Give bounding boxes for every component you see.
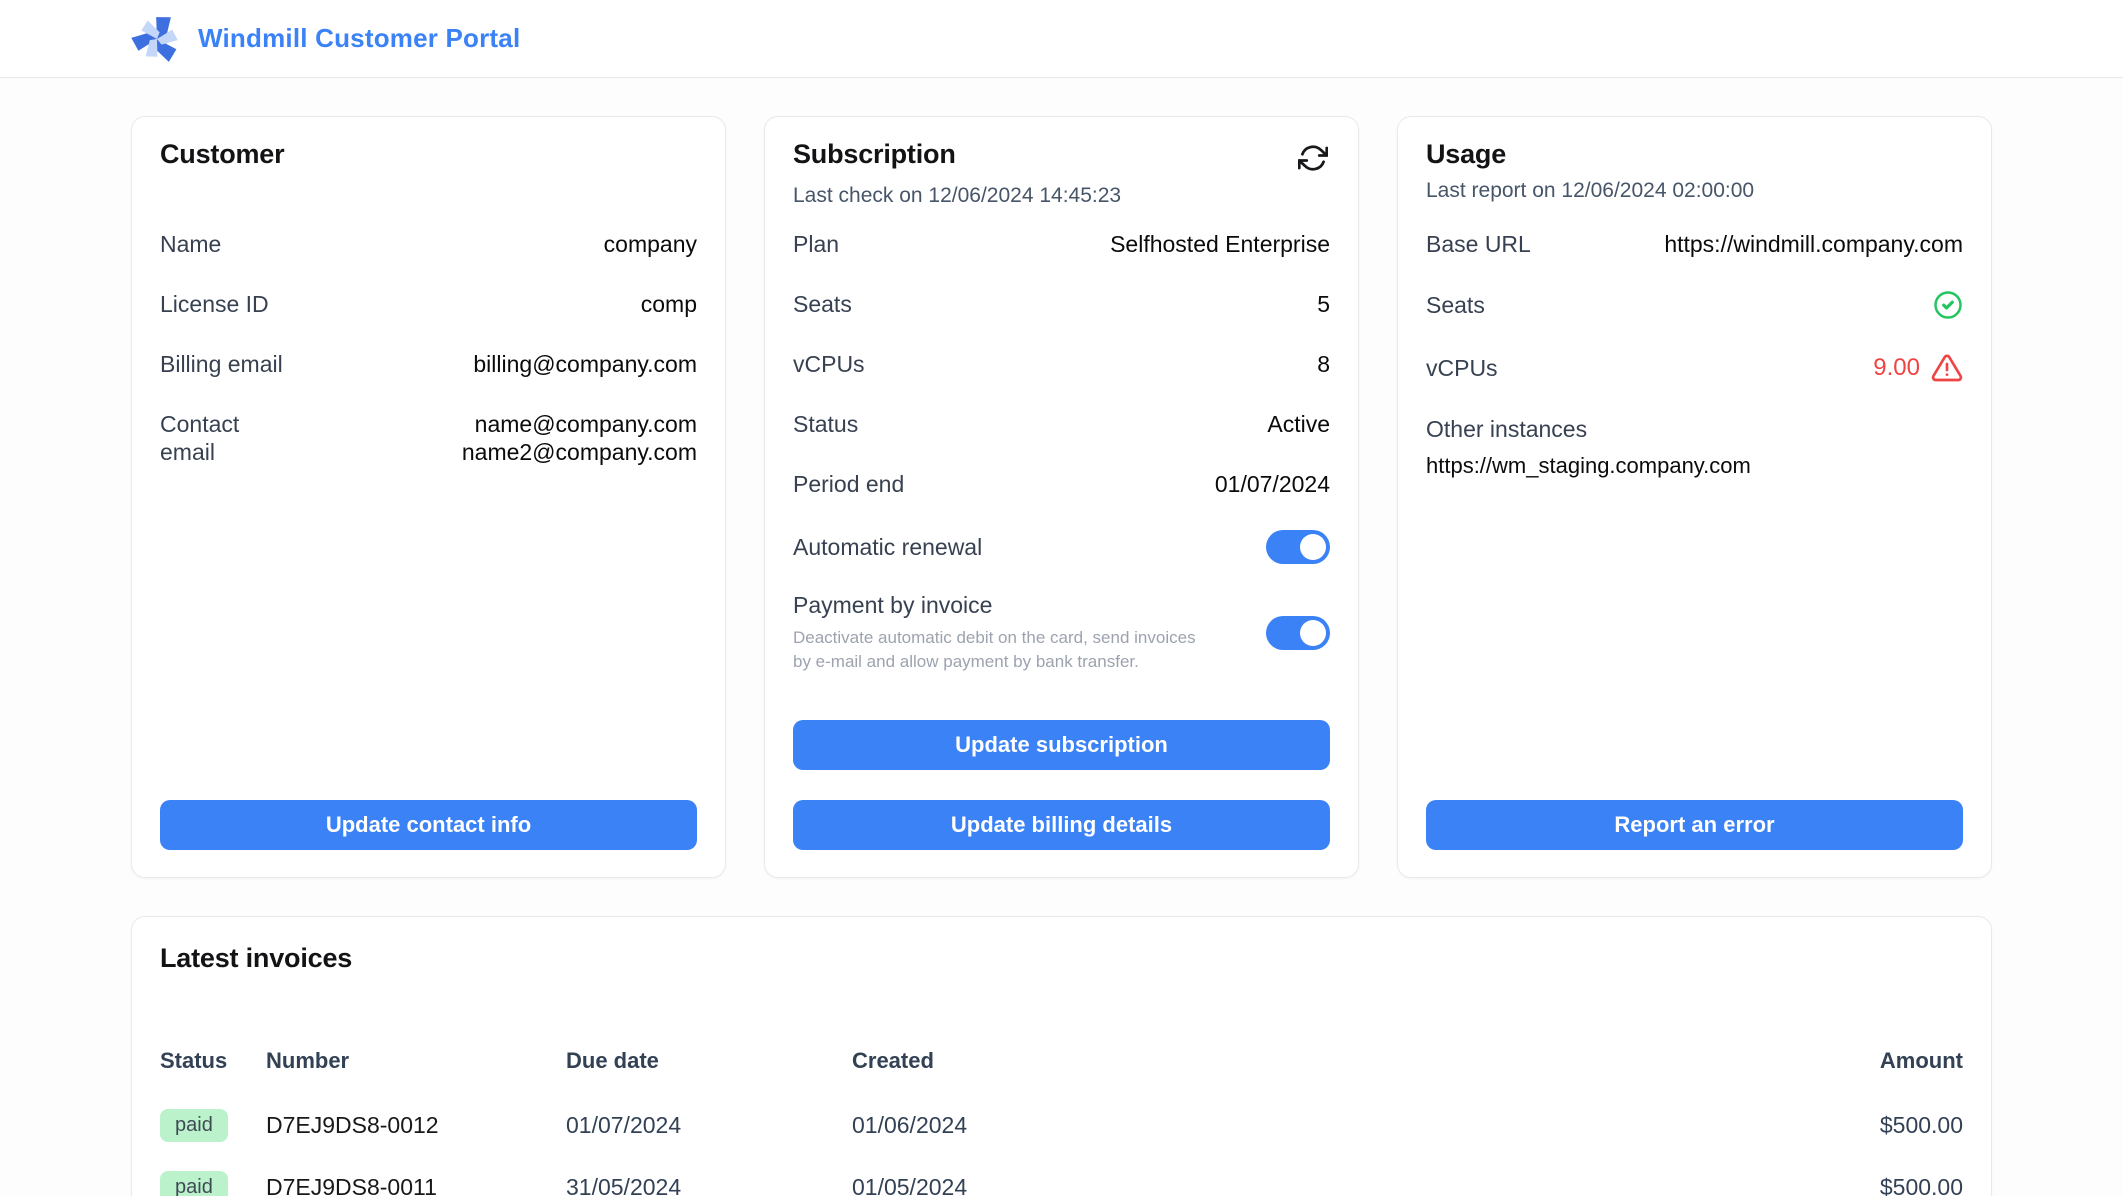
customer-name-value: company: [604, 230, 697, 258]
other-instances-label: Other instances: [1426, 416, 1963, 443]
customer-license-row: License ID comp: [160, 290, 697, 318]
status-badge: paid: [160, 1171, 228, 1196]
status-badge: paid: [160, 1109, 228, 1142]
plan-row: Plan Selfhosted Enterprise: [793, 230, 1330, 258]
period-end-row: Period end 01/07/2024: [793, 470, 1330, 498]
other-instances-url: https://wm_staging.company.com: [1426, 453, 1963, 479]
period-end-value: 01/07/2024: [1215, 470, 1330, 498]
usage-vcpus-row: vCPUs 9.00: [1426, 352, 1963, 384]
customer-card: Customer Name company License ID comp Bi…: [131, 116, 726, 878]
latest-invoices-card: Latest invoices Status Number Due date C…: [131, 916, 1992, 1196]
windmill-logo-icon: [131, 13, 183, 65]
other-instances-block: Other instances https://wm_staging.compa…: [1426, 416, 1963, 479]
customer-license-label: License ID: [160, 290, 269, 318]
column-header-status: Status: [160, 1048, 266, 1074]
customer-card-title: Customer: [160, 139, 284, 170]
vcpus-row: vCPUs 8: [793, 350, 1330, 378]
seats-row: Seats 5: [793, 290, 1330, 318]
base-url-label: Base URL: [1426, 230, 1531, 258]
seats-value: 5: [1317, 290, 1330, 318]
subscription-card: Subscription Last check on 12/06/2024 14…: [764, 116, 1359, 878]
app-title: Windmill Customer Portal: [198, 23, 520, 54]
customer-billing-email-value: billing@company.com: [473, 350, 697, 378]
invoice-row: paid D7EJ9DS8-0012 01/07/2024 01/06/2024…: [160, 1106, 1963, 1144]
page-content: Customer Name company License ID comp Bi…: [0, 78, 2123, 1196]
invoice-amount: $500.00: [1763, 1112, 1963, 1139]
invoice-created: 01/05/2024: [852, 1174, 1763, 1196]
customer-name-row: Name company: [160, 230, 697, 258]
seats-label: Seats: [793, 290, 852, 318]
invoice-due-date: 31/05/2024: [566, 1174, 852, 1196]
invoice-number: D7EJ9DS8-0011: [266, 1174, 566, 1196]
period-end-label: Period end: [793, 470, 904, 498]
vcpus-label: vCPUs: [793, 350, 865, 378]
invoice-due-date: 01/07/2024: [566, 1112, 852, 1139]
customer-contact-email-label: Contact email: [160, 410, 280, 466]
customer-name-label: Name: [160, 230, 221, 258]
usage-card-title: Usage: [1426, 139, 1506, 170]
subscription-last-check: Last check on 12/06/2024 14:45:23: [793, 184, 1330, 208]
invoice-number: D7EJ9DS8-0012: [266, 1112, 566, 1139]
customer-license-value: comp: [641, 290, 697, 318]
invoice-amount: $500.00: [1763, 1174, 1963, 1196]
invoice-row: paid D7EJ9DS8-0011 31/05/2024 01/05/2024…: [160, 1168, 1963, 1196]
column-header-created: Created: [852, 1048, 1763, 1074]
usage-seats-row: Seats: [1426, 290, 1963, 320]
vcpus-value: 8: [1317, 350, 1330, 378]
automatic-renewal-label: Automatic renewal: [793, 534, 982, 561]
update-billing-details-button[interactable]: Update billing details: [793, 800, 1330, 850]
usage-vcpus-value: 9.00: [1873, 354, 1920, 382]
report-an-error-button[interactable]: Report an error: [1426, 800, 1963, 850]
usage-seats-label: Seats: [1426, 291, 1485, 319]
customer-billing-email-label: Billing email: [160, 350, 283, 378]
payment-by-invoice-description: Deactivate automatic debit on the card, …: [793, 626, 1203, 674]
column-header-number: Number: [266, 1048, 566, 1074]
usage-vcpus-label: vCPUs: [1426, 354, 1498, 382]
payment-by-invoice-label: Payment by invoice: [793, 592, 1203, 619]
invoices-table-header: Status Number Due date Created Amount: [160, 1048, 1963, 1074]
refresh-icon[interactable]: [1296, 141, 1330, 175]
base-url-row: Base URL https://windmill.company.com: [1426, 230, 1963, 258]
automatic-renewal-toggle[interactable]: [1266, 530, 1330, 564]
top-navigation: Windmill Customer Portal: [0, 0, 2123, 78]
payment-by-invoice-toggle[interactable]: [1266, 616, 1330, 650]
customer-contact-email-value: name@company.com name2@company.com: [462, 410, 697, 466]
automatic-renewal-row: Automatic renewal: [793, 530, 1330, 564]
base-url-value: https://windmill.company.com: [1664, 230, 1963, 258]
column-header-due-date: Due date: [566, 1048, 852, 1074]
invoice-created: 01/06/2024: [852, 1112, 1763, 1139]
usage-last-report: Last report on 12/06/2024 02:00:00: [1426, 179, 1963, 203]
plan-value: Selfhosted Enterprise: [1110, 230, 1330, 258]
subscription-card-title: Subscription: [793, 139, 956, 170]
update-subscription-button[interactable]: Update subscription: [793, 720, 1330, 770]
warning-triangle-icon: [1931, 352, 1963, 384]
update-contact-info-button[interactable]: Update contact info: [160, 800, 697, 850]
status-row: Status Active: [793, 410, 1330, 438]
status-label: Status: [793, 410, 858, 438]
usage-card: Usage Last report on 12/06/2024 02:00:00…: [1397, 116, 1992, 878]
latest-invoices-title: Latest invoices: [160, 943, 1963, 974]
payment-by-invoice-row: Payment by invoice Deactivate automatic …: [793, 592, 1330, 674]
column-header-amount: Amount: [1763, 1048, 1963, 1074]
plan-label: Plan: [793, 230, 839, 258]
customer-billing-email-row: Billing email billing@company.com: [160, 350, 697, 378]
check-circle-icon: [1933, 290, 1963, 320]
customer-contact-email-row: Contact email name@company.com name2@com…: [160, 410, 697, 466]
status-value: Active: [1267, 410, 1330, 438]
